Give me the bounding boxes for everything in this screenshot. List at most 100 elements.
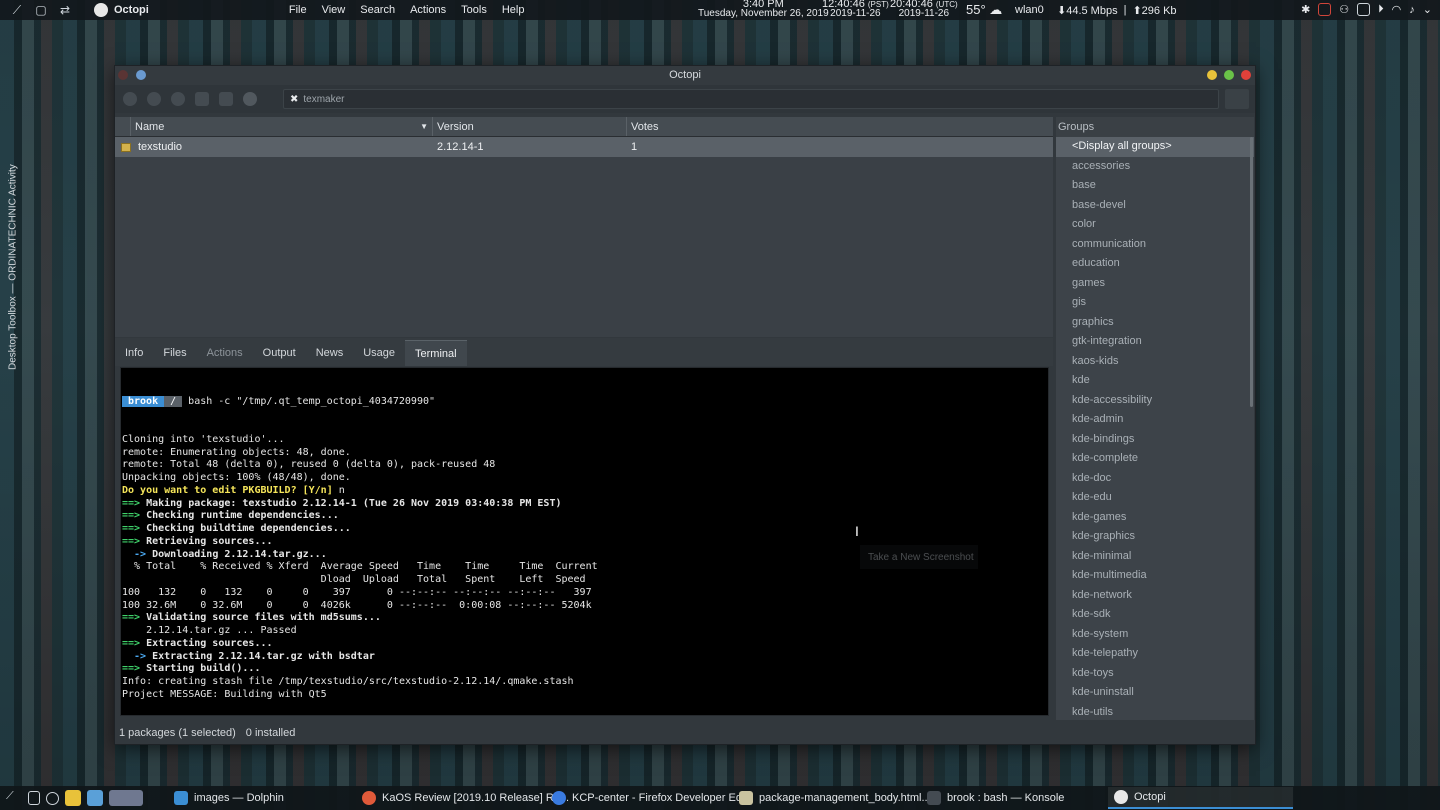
list-item[interactable]: kde-accessibility bbox=[1056, 391, 1254, 411]
menu-help[interactable]: Help bbox=[502, 4, 525, 16]
list-item[interactable]: kaos-kids bbox=[1056, 352, 1254, 372]
terminal-line: 2.12.14.tar.gz ... Passed bbox=[122, 625, 1048, 638]
list-item[interactable]: communication bbox=[1056, 235, 1254, 255]
terminal[interactable]: brook / bash -c "/tmp/.qt_temp_octopi_403… bbox=[120, 367, 1049, 716]
task-label: KCP-center - Firefox Developer Ed... bbox=[572, 792, 752, 804]
tab-actions[interactable]: Actions bbox=[197, 340, 253, 366]
list-item[interactable]: kde-edu bbox=[1056, 488, 1254, 508]
maximize-button[interactable] bbox=[1224, 70, 1234, 80]
list-item[interactable]: kde-toys bbox=[1056, 664, 1254, 684]
list-item[interactable]: gtk-integration bbox=[1056, 332, 1254, 352]
task-editor[interactable]: package-management_body.html... bbox=[733, 787, 937, 809]
list-item[interactable]: kde-minimal bbox=[1056, 547, 1254, 567]
list-item[interactable]: kde-uninstall bbox=[1056, 683, 1254, 703]
tab-terminal[interactable]: Terminal bbox=[405, 340, 467, 366]
list-item[interactable]: kde-games bbox=[1056, 508, 1254, 528]
window-titlebar[interactable]: Octopi bbox=[115, 66, 1255, 85]
user-icon[interactable]: ⚇ bbox=[1339, 3, 1349, 16]
list-item[interactable]: kde-network bbox=[1056, 586, 1254, 606]
list-item[interactable]: kde-sdk bbox=[1056, 605, 1254, 625]
list-item[interactable]: education bbox=[1056, 254, 1254, 274]
media-play-icon[interactable]: ⏵ bbox=[1378, 3, 1384, 16]
network-speed[interactable]: ⬇44.5 Mbps | ⬆296 Kb bbox=[1057, 4, 1177, 17]
header-version[interactable]: Version bbox=[433, 117, 627, 136]
list-item[interactable]: accessories bbox=[1056, 157, 1254, 177]
tab-output[interactable]: Output bbox=[253, 340, 306, 366]
chevron-down-icon[interactable]: ⌄ bbox=[1423, 3, 1432, 16]
app-launcher-icon[interactable]: ⟋ bbox=[6, 790, 22, 806]
task-octopi[interactable]: Octopi bbox=[1108, 787, 1293, 809]
active-app[interactable]: Octopi bbox=[94, 3, 149, 17]
desktop-icon[interactable]: ▢ bbox=[34, 3, 48, 17]
list-item[interactable]: kde-doc bbox=[1056, 469, 1254, 489]
power-icon[interactable] bbox=[46, 791, 59, 805]
menu-view[interactable]: View bbox=[322, 4, 346, 16]
octopi-filter-icon[interactable] bbox=[243, 92, 257, 106]
window-menu-icon[interactable] bbox=[118, 70, 128, 80]
clock-local[interactable]: 3:40 PM Tuesday, November 26, 2019 bbox=[698, 0, 829, 19]
search-input[interactable] bbox=[303, 93, 1218, 105]
calendar-icon[interactable] bbox=[1318, 3, 1332, 16]
clear-search-icon[interactable]: ✖ bbox=[290, 94, 298, 105]
list-item[interactable]: kde-system bbox=[1056, 625, 1254, 645]
battery-icon[interactable] bbox=[1357, 3, 1371, 16]
list-item[interactable]: gis bbox=[1056, 293, 1254, 313]
task-konsole[interactable]: brook : bash — Konsole bbox=[921, 787, 1070, 809]
tab-usage[interactable]: Usage bbox=[353, 340, 405, 366]
tab-info[interactable]: Info bbox=[115, 340, 153, 366]
toolbar-options-button[interactable] bbox=[1225, 89, 1249, 109]
terminal-arrow: ==> bbox=[122, 523, 141, 534]
header-name[interactable]: Name ▼ bbox=[131, 117, 433, 136]
list-item[interactable]: kde-graphics bbox=[1056, 527, 1254, 547]
list-item[interactable]: base-devel bbox=[1056, 196, 1254, 216]
file-manager-icon[interactable] bbox=[65, 790, 81, 806]
list-item[interactable]: kde-telepathy bbox=[1056, 644, 1254, 664]
tab-files[interactable]: Files bbox=[153, 340, 196, 366]
list-item[interactable]: kde-admin bbox=[1056, 410, 1254, 430]
list-item[interactable]: kde-multimedia bbox=[1056, 566, 1254, 586]
weather[interactable]: 55° ☁ bbox=[966, 2, 1002, 18]
minimize-button[interactable] bbox=[1207, 70, 1217, 80]
kde-menu-icon[interactable]: ⟋ bbox=[10, 3, 24, 17]
header-status[interactable] bbox=[115, 117, 131, 136]
list-item[interactable]: kde-bindings bbox=[1056, 430, 1254, 450]
header-votes[interactable]: Votes bbox=[627, 117, 1053, 136]
volume-icon[interactable]: ♪ bbox=[1409, 4, 1415, 16]
lock-icon[interactable] bbox=[28, 791, 40, 805]
commit-icon[interactable] bbox=[171, 92, 185, 106]
system-settings-icon[interactable] bbox=[87, 790, 103, 806]
tab-news[interactable]: News bbox=[306, 340, 354, 366]
search-box[interactable]: ✖ bbox=[283, 89, 1219, 109]
side-activity-tab[interactable]: Desktop Toolbox — ORDINATECHNIC Activity bbox=[4, 140, 22, 370]
list-item[interactable]: games bbox=[1056, 274, 1254, 294]
menu-search[interactable]: Search bbox=[360, 4, 395, 16]
list-item[interactable]: kde-utils bbox=[1056, 703, 1254, 721]
groups-scrollbar[interactable] bbox=[1250, 137, 1253, 407]
close-button[interactable] bbox=[1241, 70, 1251, 80]
list-item[interactable]: color bbox=[1056, 215, 1254, 235]
table-row[interactable]: texstudio 2.12.14-1 1 bbox=[115, 137, 1053, 157]
wifi-icon[interactable]: ◠ bbox=[1392, 3, 1402, 16]
task-kcp-center[interactable]: KCP-center - Firefox Developer Ed... bbox=[546, 787, 757, 809]
list-item[interactable]: <Display all groups> bbox=[1056, 137, 1254, 157]
menu-file[interactable]: File bbox=[289, 4, 307, 16]
terminal-text: Checking buildtime dependencies... bbox=[140, 523, 351, 534]
list-item[interactable]: kde bbox=[1056, 371, 1254, 391]
window-switcher-icon[interactable]: ⇄ bbox=[58, 3, 72, 17]
sync-icon[interactable] bbox=[123, 92, 137, 106]
pin-icon[interactable] bbox=[136, 70, 146, 80]
task-kaos-review[interactable]: KaOS Review [2019.10 Release] Re... bbox=[356, 787, 575, 809]
back-icon[interactable] bbox=[195, 92, 209, 106]
menu-actions[interactable]: Actions bbox=[410, 4, 446, 16]
pager-icon[interactable] bbox=[109, 790, 143, 806]
upgrade-icon[interactable] bbox=[147, 92, 161, 106]
list-item[interactable]: graphics bbox=[1056, 313, 1254, 333]
bluetooth-icon[interactable]: ✱ bbox=[1301, 3, 1310, 16]
task-dolphin[interactable]: images — Dolphin bbox=[168, 787, 290, 809]
clock-pst[interactable]: 12:40:46 (PST) 2019-11-26 bbox=[822, 0, 889, 19]
clock-utc[interactable]: 20:40:46 (UTC) 2019-11-26 bbox=[890, 0, 958, 19]
menu-tools[interactable]: Tools bbox=[461, 4, 487, 16]
list-icon[interactable] bbox=[219, 92, 233, 106]
list-item[interactable]: kde-complete bbox=[1056, 449, 1254, 469]
list-item[interactable]: base bbox=[1056, 176, 1254, 196]
